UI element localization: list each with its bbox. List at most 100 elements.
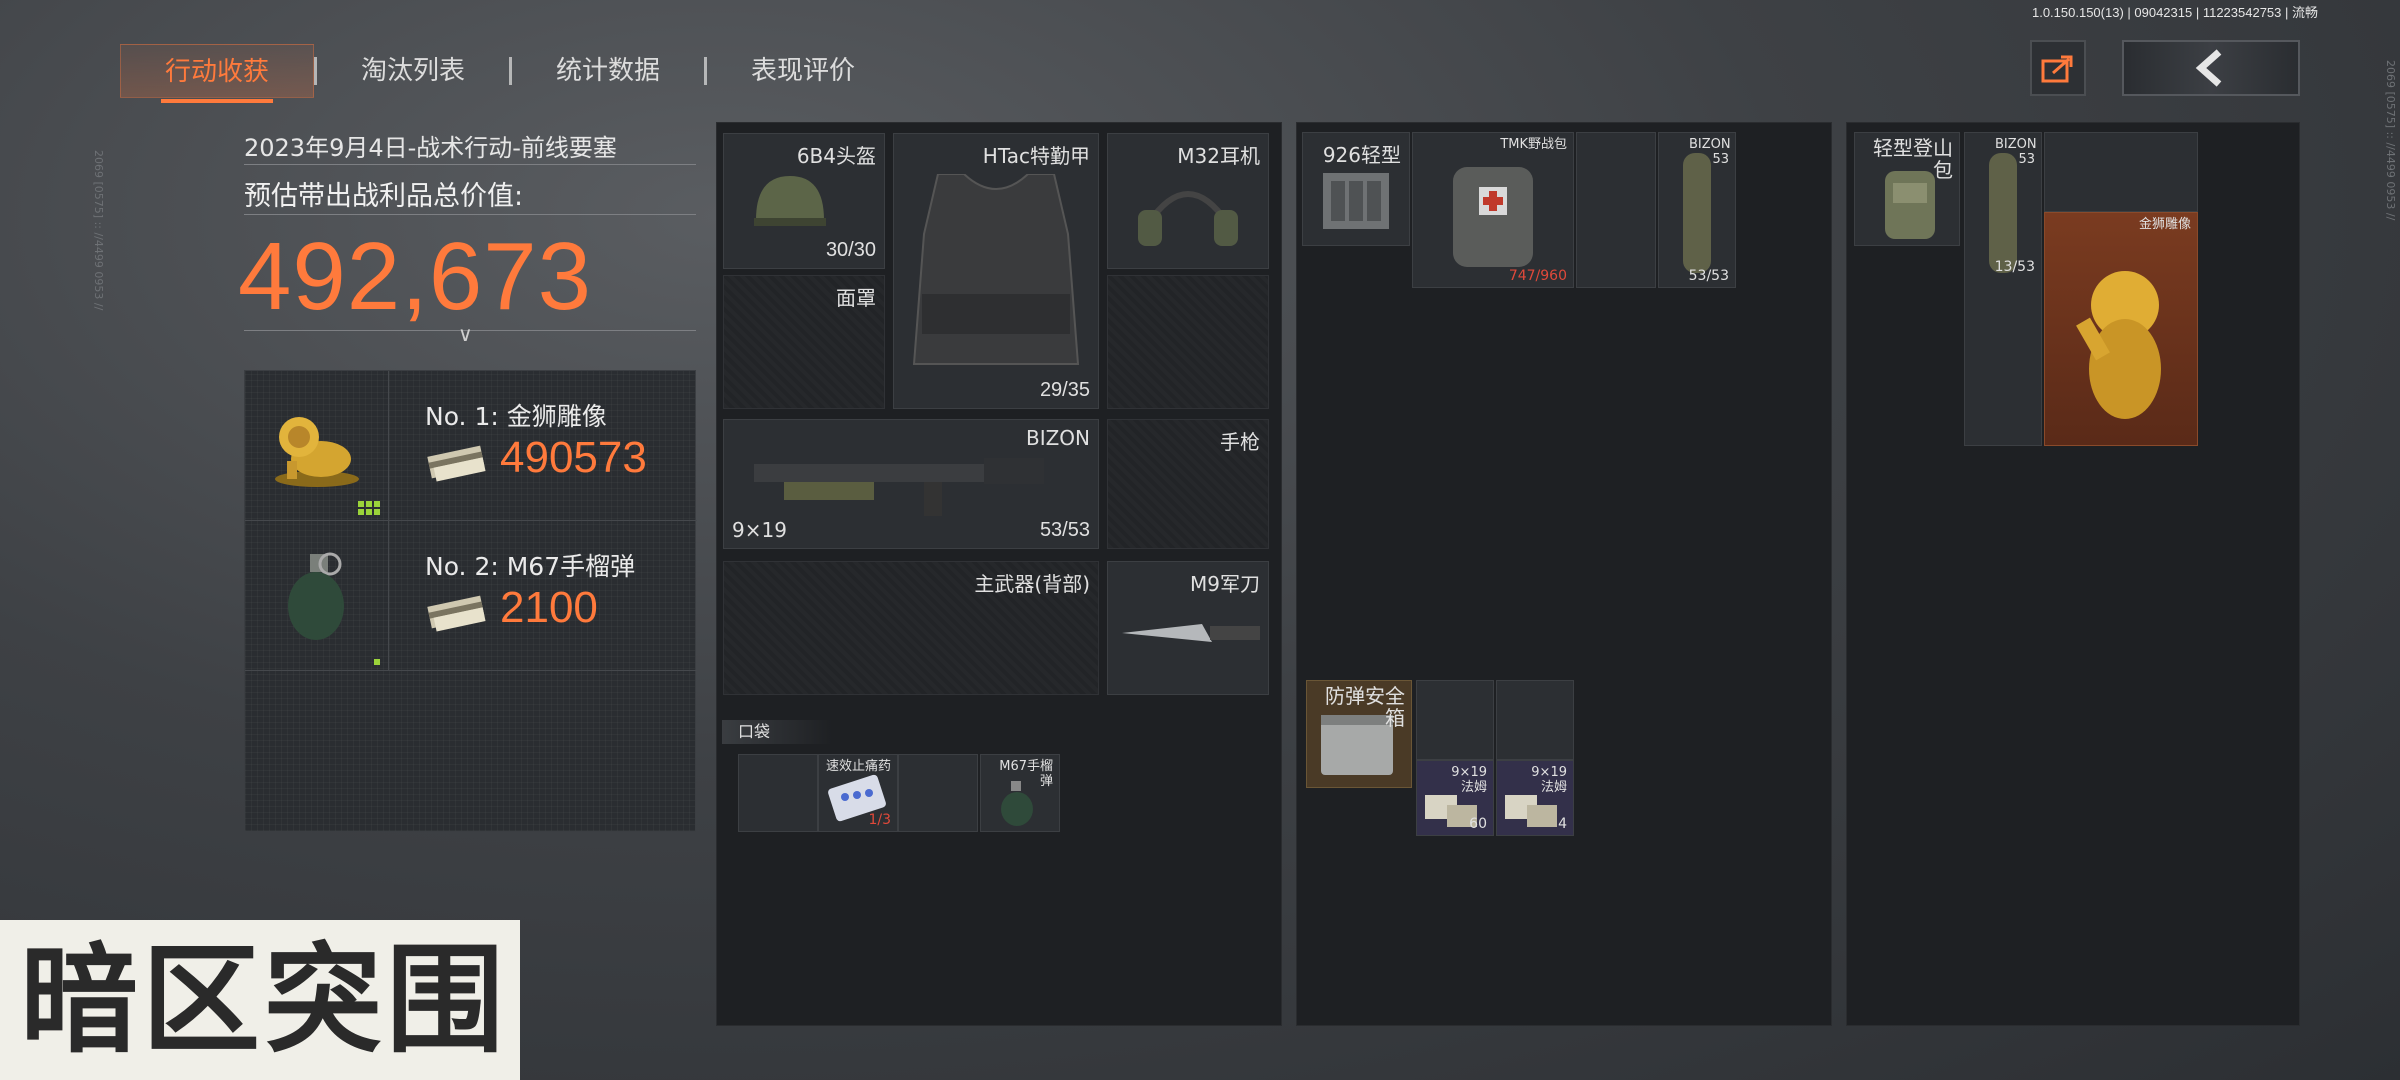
weapon-caliber: 9×19 xyxy=(732,518,787,542)
pocket-slot-empty[interactable] xyxy=(738,754,818,832)
item-size-indicator xyxy=(358,501,380,515)
rig-item-backpack[interactable]: TMK野战包 747/960 xyxy=(1412,132,1574,288)
item-image xyxy=(245,371,389,521)
estimate-label: 预估带出战利品总价值: xyxy=(244,181,524,212)
item-count: 13/53 xyxy=(1994,259,2035,275)
slot-label: HTac特勤甲 xyxy=(982,144,1090,168)
item-label: 轻型登山包 xyxy=(1873,136,1953,182)
item-label: BIZON 53 xyxy=(1689,137,1731,167)
tab-statistics[interactable]: 统计数据 xyxy=(512,44,704,98)
tab-eliminations[interactable]: 淘汰列表 xyxy=(317,44,509,98)
top-item-row[interactable]: No. 1: 金狮雕像 490573 xyxy=(245,371,697,521)
top-item-value: 490573 xyxy=(500,433,647,482)
helmet-icon xyxy=(754,176,826,226)
slot-headset[interactable]: M32耳机 xyxy=(1107,133,1269,269)
top-item-name: No. 2: M67手榴弹 xyxy=(425,552,636,581)
share-button[interactable] xyxy=(2030,40,2086,96)
backpack-item-bizon-mag[interactable]: BIZON 53 13/53 xyxy=(1964,132,2042,446)
item-label: 9×19 法姆 xyxy=(1451,765,1487,795)
grenade-icon xyxy=(287,552,344,640)
slot-mask[interactable]: 面罩 xyxy=(723,275,885,409)
gold-lion-icon xyxy=(274,417,359,487)
tab-loot[interactable]: 行动收获 xyxy=(120,44,315,103)
secure-case-slot[interactable]: 防弹安全箱 xyxy=(1306,680,1412,788)
top-item-row[interactable]: No. 2: M67手榴弹 2100 xyxy=(245,521,697,671)
item-label: BIZON 53 xyxy=(1995,137,2037,167)
item-count: 1/3 xyxy=(868,812,891,828)
item-label: TMK野战包 xyxy=(1500,137,1567,152)
item-count: 4 xyxy=(1558,816,1567,832)
case-slot-empty[interactable] xyxy=(1496,680,1574,760)
magazine-icon xyxy=(1683,153,1711,273)
slot-pistol[interactable]: 手枪 xyxy=(1107,419,1269,549)
divider xyxy=(244,214,696,215)
headset-icon xyxy=(1138,191,1238,246)
weapon-ammo: 53/53 xyxy=(1039,519,1090,541)
slot-empty[interactable] xyxy=(1107,275,1269,409)
slot-knife[interactable]: M9军刀 xyxy=(1107,561,1269,695)
top-items-panel: No. 1: 金狮雕像 490573 No. 2: M67手榴弹 2100 xyxy=(244,370,697,832)
item-label: M67手榴弹 xyxy=(999,759,1053,789)
backpack-slot-empty[interactable] xyxy=(2044,132,2198,212)
cash-icon xyxy=(425,591,487,633)
slot-back-weapon[interactable]: 主武器(背部) xyxy=(723,561,1099,695)
field-backpack-icon xyxy=(1453,167,1533,267)
magazine-icon xyxy=(1989,153,2017,273)
tab-bar: 行动收获 淘汰列表 统计数据 表现评价 xyxy=(120,44,899,103)
raid-date: 2023年9月4日-战术行动-前线要塞 xyxy=(244,134,617,162)
total-value: 492,673 xyxy=(238,223,593,330)
item-count: 53/53 xyxy=(1688,268,1729,284)
item-label: 9×19 法姆 xyxy=(1531,765,1567,795)
slot-label: M32耳机 xyxy=(1177,144,1260,168)
item-label: 防弹安全箱 xyxy=(1325,684,1405,730)
case-slot-empty[interactable] xyxy=(1416,680,1494,760)
version-info: 1.0.150.150(13) | 09042315 | 11223542753… xyxy=(2031,5,2318,20)
item-label: 金狮雕像 xyxy=(2138,217,2191,232)
expand-chevron-icon[interactable]: ∨ xyxy=(458,322,473,346)
rig-slot-empty[interactable] xyxy=(1576,132,1656,288)
case-item-ammo[interactable]: 9×19 法姆 4 xyxy=(1496,760,1574,836)
slot-armor[interactable]: HTac特勤甲 29/35 xyxy=(893,133,1099,409)
rig-slot[interactable]: 926轻型 xyxy=(1302,132,1410,246)
divider xyxy=(244,164,696,165)
pocket-slot-empty[interactable] xyxy=(898,754,978,832)
slot-label: 主武器(背部) xyxy=(974,572,1090,596)
slot-helmet[interactable]: 6B4头盔 30/30 xyxy=(723,133,885,269)
slot-primary-weapon[interactable]: BIZON 9×19 53/53 xyxy=(723,419,1099,549)
chevron-left-icon xyxy=(2195,49,2222,87)
back-button[interactable] xyxy=(2122,40,2300,96)
backpack-slot[interactable]: 轻型登山包 xyxy=(1854,132,1960,246)
item-count: 747/960 xyxy=(1508,268,1567,284)
rig-item-bizon-mag[interactable]: BIZON 53 53/53 xyxy=(1658,132,1736,288)
backpack-item-gold-lion[interactable]: 金狮雕像 xyxy=(2044,212,2198,446)
slot-label: BIZON xyxy=(1025,426,1090,450)
vest-icon xyxy=(912,174,1080,365)
top-item-name: No. 1: 金狮雕像 xyxy=(425,402,607,431)
item-size-indicator xyxy=(374,659,380,665)
rifle-icon xyxy=(754,458,1044,516)
share-icon xyxy=(2041,55,2073,83)
slot-label: M9军刀 xyxy=(1190,572,1260,596)
pocket-slot-grenade[interactable]: M67手榴弹 xyxy=(980,754,1060,832)
side-deco-right: 2069 [0575] :: //4499 0953 // xyxy=(2384,60,2397,221)
gold-lion-icon xyxy=(2076,271,2161,419)
tab-performance[interactable]: 表现评价 xyxy=(707,44,899,98)
slot-durability: 30/30 xyxy=(825,239,876,261)
side-deco-left: 2069 [0575] :: //4499 0953 // xyxy=(92,150,105,311)
slot-label: 6B4头盔 xyxy=(796,144,876,168)
chest-rig-icon xyxy=(1323,173,1389,229)
slot-durability: 29/35 xyxy=(1039,379,1090,401)
case-item-ammo[interactable]: 9×19 法姆 60 xyxy=(1416,760,1494,836)
knife-icon xyxy=(1122,624,1260,642)
pocket-slot-painkiller[interactable]: 速效止痛药 1/3 xyxy=(818,754,898,832)
slot-label: 手枪 xyxy=(1220,430,1260,454)
game-logo-text: 暗区突围 xyxy=(20,931,509,1069)
item-image xyxy=(245,521,389,671)
slot-label: 面罩 xyxy=(836,286,876,310)
item-label: 速效止痛药 xyxy=(825,759,891,774)
cash-icon xyxy=(425,441,487,483)
item-count: 60 xyxy=(1469,816,1487,832)
pocket-label: 口袋 xyxy=(722,720,832,744)
slot-label: 926轻型 xyxy=(1322,143,1401,167)
top-item-value: 2100 xyxy=(500,583,598,632)
